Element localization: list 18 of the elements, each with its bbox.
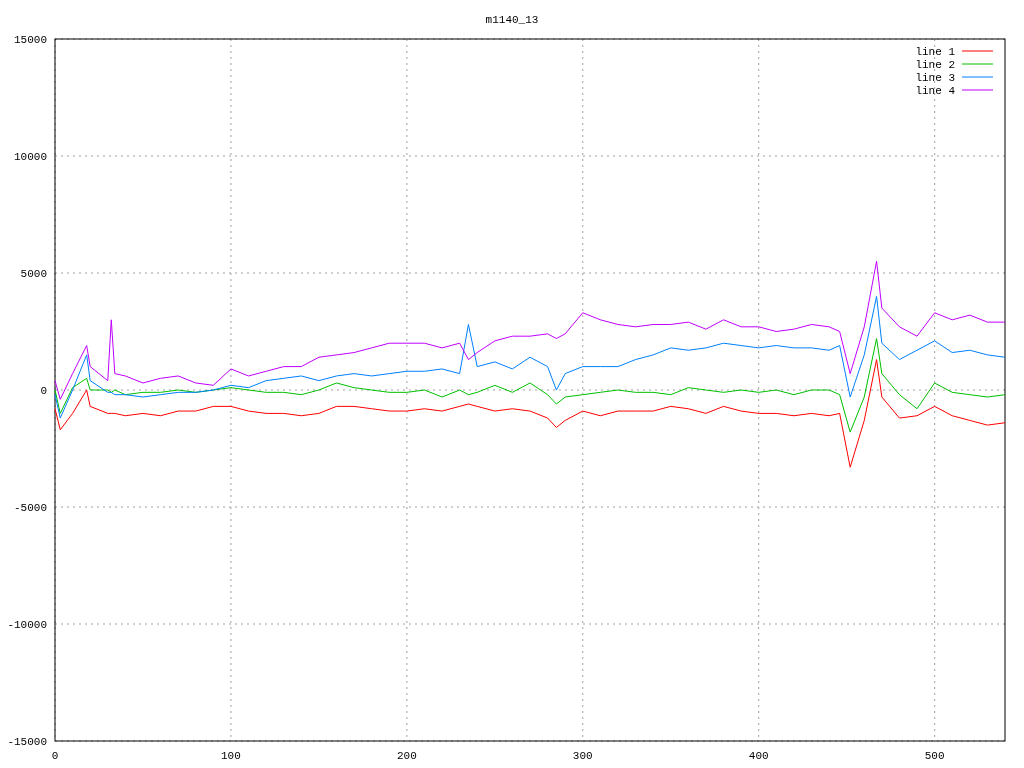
y-tick-label: -15000 [7,736,47,748]
legend-label: line 4 [915,85,955,97]
x-tick-label: 500 [924,750,945,762]
y-tick-label: 5000 [20,268,47,280]
y-tick-label: -5000 [14,502,47,514]
legend-label: line 1 [915,46,955,58]
x-tick-label: 400 [748,750,769,762]
x-tick-label: 200 [396,750,417,762]
chart-title: m1140_13 [485,14,539,26]
x-tick-label: 100 [221,750,241,762]
y-tick-label: 15000 [14,34,47,46]
x-tick-label: 300 [572,750,593,762]
y-tick-label: 0 [40,385,47,397]
legend-label: line 3 [915,72,955,84]
legend-label: line 2 [915,59,955,71]
x-tick-label: 0 [51,750,59,762]
y-tick-label: -10000 [7,619,47,631]
y-tick-label: 10000 [14,151,47,163]
